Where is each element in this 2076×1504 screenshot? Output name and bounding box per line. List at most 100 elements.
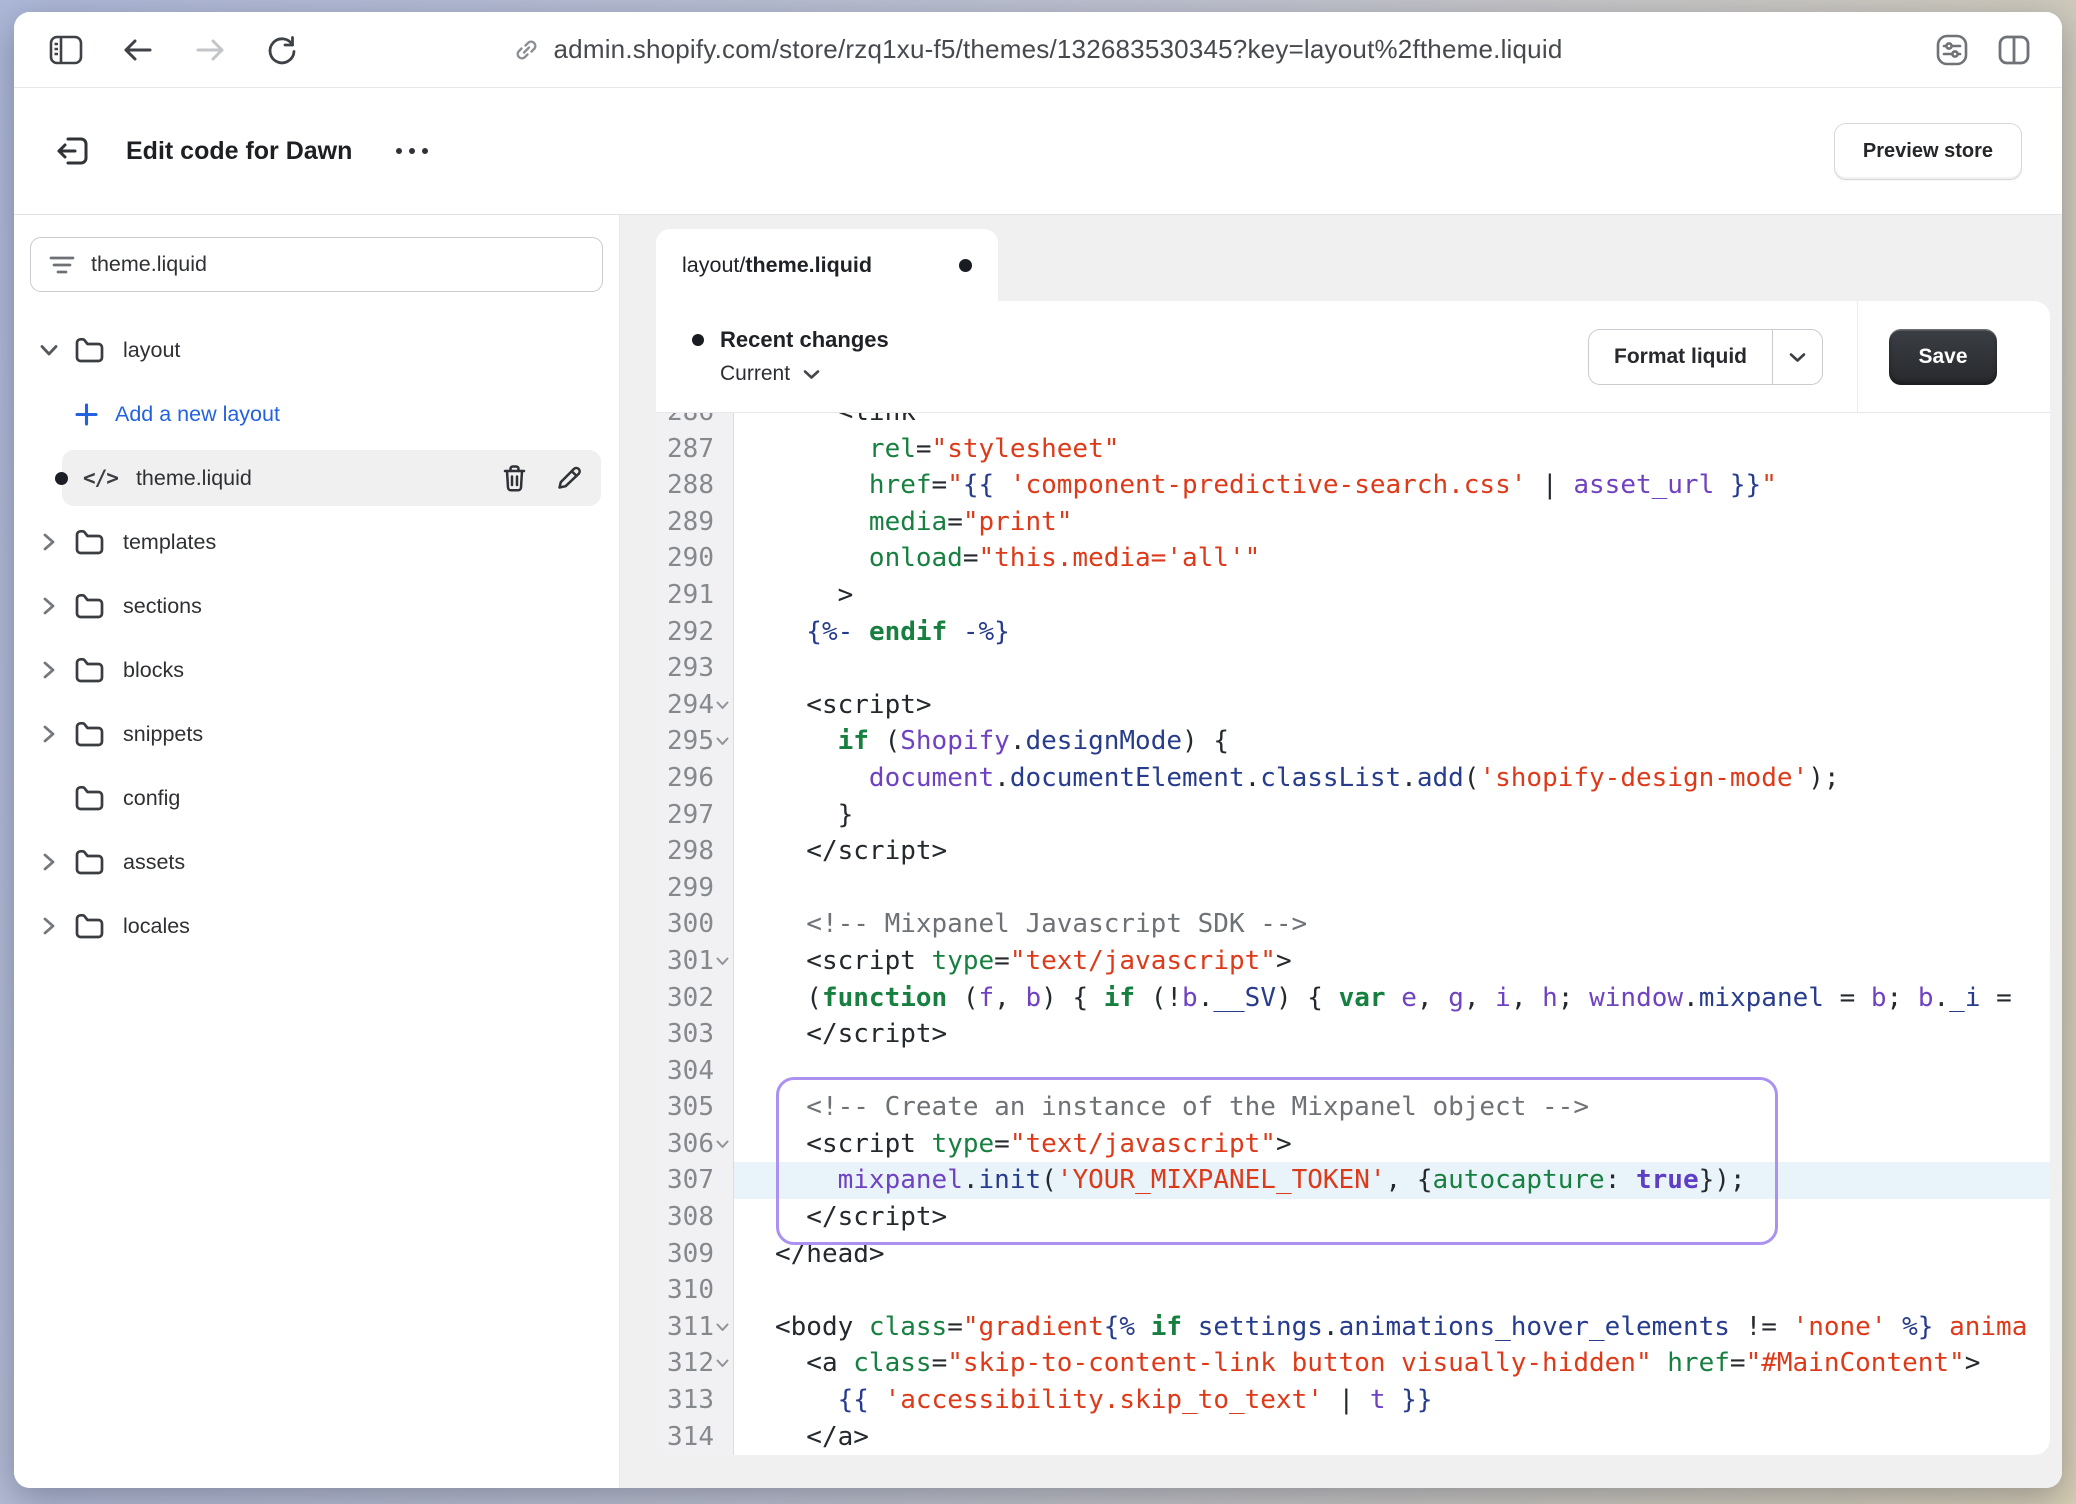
code-line-301[interactable]: <script type="text/javascript"> bbox=[775, 943, 2050, 980]
back-icon[interactable] bbox=[116, 28, 160, 72]
code-line-299[interactable] bbox=[775, 870, 2050, 907]
sidebar-item-locales[interactable]: locales bbox=[14, 894, 619, 958]
version-label: Current bbox=[720, 362, 790, 386]
fold-icon[interactable] bbox=[714, 943, 731, 980]
tab-filename: theme.liquid bbox=[745, 253, 872, 277]
fold-spacer bbox=[714, 614, 731, 651]
address-bar[interactable]: admin.shopify.com/store/rzq1xu-f5/themes… bbox=[514, 34, 1563, 65]
split-view-icon[interactable] bbox=[1996, 33, 2032, 67]
line-number-299: 299 bbox=[656, 870, 733, 907]
sidebar-item-blocks[interactable]: blocks bbox=[14, 638, 619, 702]
code-lines[interactable]: <link rel="stylesheet" href="{{ 'compone… bbox=[734, 413, 2050, 1455]
chevron-right-icon[interactable] bbox=[38, 724, 60, 744]
line-number-308: 308 bbox=[656, 1199, 733, 1236]
format-liquid-button[interactable]: Format liquid bbox=[1588, 329, 1823, 385]
code-line-290[interactable]: onload="this.media='all'" bbox=[775, 540, 2050, 577]
line-number-288: 288 bbox=[656, 467, 733, 504]
sidebar-item-layout[interactable]: layout bbox=[14, 318, 619, 382]
sidebar-item-add-a-new-layout[interactable]: Add a new layout bbox=[14, 382, 619, 446]
format-liquid-caret[interactable] bbox=[1772, 330, 1822, 384]
code-line-300[interactable]: <!-- Mixpanel Javascript SDK --> bbox=[775, 906, 2050, 943]
save-button[interactable]: Save bbox=[1889, 329, 1997, 385]
chevron-right-icon[interactable] bbox=[38, 596, 60, 616]
code-line-312[interactable]: <a class="skip-to-content-link button vi… bbox=[775, 1345, 2050, 1382]
exit-editor-button[interactable] bbox=[54, 133, 92, 169]
preview-store-button[interactable]: Preview store bbox=[1834, 123, 2022, 180]
file-search-box[interactable] bbox=[30, 237, 603, 292]
line-number-314: 314 bbox=[656, 1419, 733, 1455]
code-line-314[interactable]: </a> bbox=[775, 1419, 2050, 1455]
code-line-287[interactable]: rel="stylesheet" bbox=[775, 431, 2050, 468]
exit-editor-icon bbox=[54, 133, 92, 169]
sidebar-toggle-icon[interactable] bbox=[44, 28, 88, 72]
code-line-286[interactable]: <link bbox=[775, 413, 2050, 431]
tab-path: layout/ bbox=[682, 253, 745, 277]
code-line-291[interactable]: > bbox=[775, 577, 2050, 614]
code-line-293[interactable] bbox=[775, 650, 2050, 687]
code-line-292[interactable]: {%- endif -%} bbox=[775, 614, 2050, 651]
code-line-311[interactable]: <body class="gradient{% if settings.anim… bbox=[775, 1309, 2050, 1346]
delete-icon[interactable] bbox=[501, 464, 528, 493]
chevron-down-icon[interactable] bbox=[38, 343, 60, 357]
sidebar-item-label: sections bbox=[123, 594, 202, 619]
code-line-302[interactable]: (function (f, b) { if (!b.__SV) { var e,… bbox=[775, 980, 2050, 1017]
code-line-310[interactable] bbox=[775, 1272, 2050, 1309]
more-actions-button[interactable] bbox=[396, 148, 428, 154]
code-line-305[interactable]: <!-- Create an instance of the Mixpanel … bbox=[775, 1089, 2050, 1126]
code-line-289[interactable]: media="print" bbox=[775, 504, 2050, 541]
fold-icon[interactable] bbox=[714, 687, 731, 724]
sidebar-item-templates[interactable]: templates bbox=[14, 510, 619, 574]
code-line-298[interactable]: </script> bbox=[775, 833, 2050, 870]
fold-spacer bbox=[714, 1162, 731, 1199]
line-number-300: 300 bbox=[656, 906, 733, 943]
fold-spacer bbox=[714, 504, 731, 541]
edit-icon[interactable] bbox=[555, 464, 583, 492]
recent-changes-label: Recent changes bbox=[720, 327, 889, 353]
code-line-306[interactable]: <script type="text/javascript"> bbox=[775, 1126, 2050, 1163]
sidebar-item-theme-liquid[interactable]: </>theme.liquid bbox=[14, 446, 619, 510]
sidebar-item-sections[interactable]: sections bbox=[14, 574, 619, 638]
sidebar-item-snippets[interactable]: snippets bbox=[14, 702, 619, 766]
code-line-309[interactable]: </head> bbox=[775, 1236, 2050, 1273]
line-number-306: 306 bbox=[656, 1126, 733, 1163]
filter-icon bbox=[49, 254, 75, 276]
line-number-298: 298 bbox=[656, 833, 733, 870]
code-line-296[interactable]: document.documentElement.classList.add('… bbox=[775, 760, 2050, 797]
code-line-303[interactable]: </script> bbox=[775, 1016, 2050, 1053]
fold-icon[interactable] bbox=[714, 1309, 731, 1346]
code-line-288[interactable]: href="{{ 'component-predictive-search.cs… bbox=[775, 467, 2050, 504]
fold-icon[interactable] bbox=[714, 1345, 731, 1382]
file-search-input[interactable] bbox=[91, 252, 584, 277]
sidebar-item-config[interactable]: config bbox=[14, 766, 619, 830]
line-number-313: 313 bbox=[656, 1382, 733, 1419]
chevron-right-icon[interactable] bbox=[38, 660, 60, 680]
plus-icon bbox=[74, 402, 99, 427]
reload-icon[interactable] bbox=[260, 28, 304, 72]
code-line-294[interactable]: <script> bbox=[775, 687, 2050, 724]
folder-icon bbox=[74, 529, 105, 555]
chevron-right-icon[interactable] bbox=[38, 852, 60, 872]
line-number-294: 294 bbox=[656, 687, 733, 724]
code-line-295[interactable]: if (Shopify.designMode) { bbox=[775, 723, 2050, 760]
browser-settings-icon[interactable] bbox=[1934, 32, 1970, 68]
code-line-297[interactable]: } bbox=[775, 797, 2050, 834]
tab-theme-liquid[interactable]: layout/theme.liquid bbox=[656, 229, 998, 302]
version-dropdown[interactable]: Current bbox=[720, 362, 889, 386]
folder-icon bbox=[74, 337, 105, 363]
unsaved-dot bbox=[959, 259, 972, 272]
line-number-290: 290 bbox=[656, 540, 733, 577]
chevron-right-icon[interactable] bbox=[38, 916, 60, 936]
code-line-313[interactable]: {{ 'accessibility.skip_to_text' | t }} bbox=[775, 1382, 2050, 1419]
line-number-307: 307 bbox=[656, 1162, 733, 1199]
fold-icon[interactable] bbox=[714, 1126, 731, 1163]
fold-icon[interactable] bbox=[714, 723, 731, 760]
code-line-304[interactable] bbox=[775, 1053, 2050, 1090]
desktop: { "browser": { "url": "admin.shopify.com… bbox=[0, 0, 2076, 1504]
fold-spacer bbox=[714, 906, 731, 943]
fold-spacer bbox=[714, 577, 731, 614]
code-editor[interactable]: 2862872882892902912922932942952962972982… bbox=[656, 413, 2050, 1455]
sidebar-item-assets[interactable]: assets bbox=[14, 830, 619, 894]
code-line-308[interactable]: </script> bbox=[775, 1199, 2050, 1236]
code-line-307[interactable]: mixpanel.init('YOUR_MIXPANEL_TOKEN', {au… bbox=[734, 1162, 2050, 1199]
chevron-right-icon[interactable] bbox=[38, 532, 60, 552]
